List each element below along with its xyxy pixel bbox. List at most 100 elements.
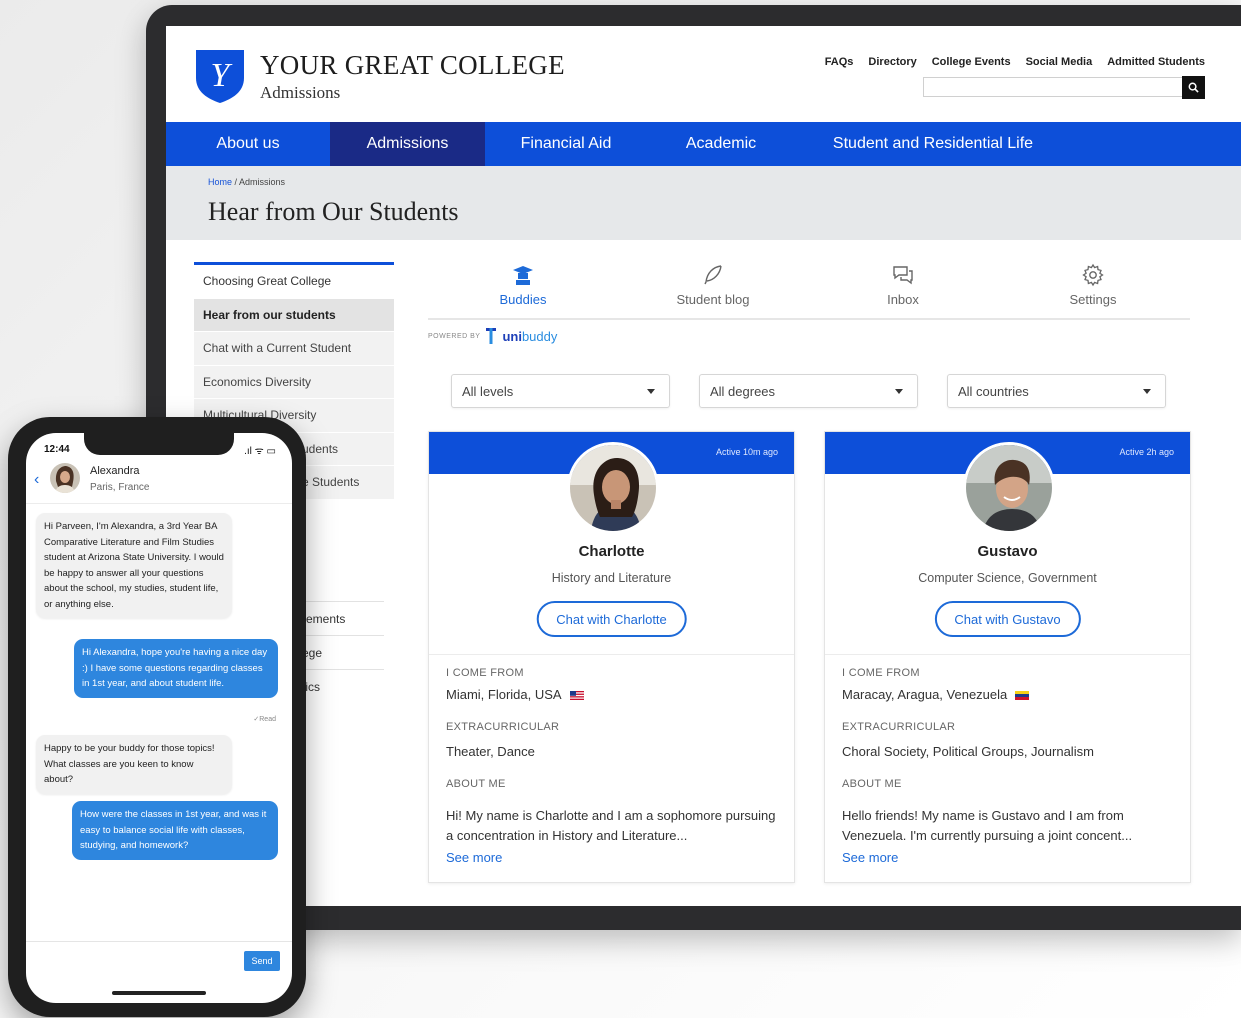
tab-student-blog-label: Student blog	[676, 292, 750, 307]
utility-link-college-events[interactable]: College Events	[932, 56, 1011, 68]
contact-location: Paris, France	[90, 482, 150, 493]
contact-name: Alexandra	[90, 465, 140, 477]
sidebar-item-economics-diversity[interactable]: Economics Diversity	[194, 365, 394, 399]
filter-bar: All levels All degrees All countries	[451, 374, 1166, 408]
about-text: Hello friends! My name is Gustavo and I …	[842, 808, 1133, 843]
active-status: Active 2h ago	[1119, 447, 1174, 457]
feather-icon	[704, 265, 722, 285]
us-flag-icon	[569, 691, 584, 701]
breadcrumb: Home / Admissions	[208, 177, 285, 187]
graduate-icon	[513, 266, 533, 285]
avatar-charlotte[interactable]	[567, 442, 659, 534]
avatar-gustavo[interactable]	[963, 442, 1055, 534]
tab-buddies-label: Buddies	[499, 292, 547, 307]
caret-down-icon	[1143, 388, 1151, 394]
nav-admissions[interactable]: Admissions	[330, 122, 485, 166]
filter-levels-select[interactable]: All levels	[451, 374, 670, 408]
utility-links: FAQs Directory College Events Social Med…	[825, 56, 1205, 68]
utility-link-faqs[interactable]: FAQs	[825, 56, 854, 68]
buddy-name: Gustavo	[977, 543, 1038, 560]
active-status: Active 10m ago	[715, 447, 778, 457]
nav-academic[interactable]: Academic	[647, 122, 795, 166]
utility-link-directory[interactable]: Directory	[868, 56, 916, 68]
filter-countries-select[interactable]: All countries	[947, 374, 1166, 408]
see-more-link[interactable]: See more	[842, 850, 898, 865]
unibuddy-logo-icon	[486, 328, 497, 344]
chat-message-outgoing: Hi Alexandra, hope you're having a nice …	[74, 639, 278, 698]
from-value: Maracay, Aragua, Venezuela	[842, 687, 1030, 702]
from-label: I COME FROM	[446, 667, 524, 679]
message-input-divider	[26, 941, 292, 942]
card-divider	[825, 654, 1190, 655]
sidebar-item-choosing[interactable]: Choosing Great College	[194, 265, 394, 299]
nav-financial-aid[interactable]: Financial Aid	[485, 122, 647, 166]
main-nav: About us Admissions Financial Aid Academ…	[166, 122, 1241, 166]
extracurricular-label: EXTRACURRICULAR	[446, 721, 560, 733]
breadcrumb-current: / Admissions	[234, 177, 286, 187]
gear-icon	[1082, 263, 1104, 287]
tab-student-blog[interactable]: Student blog	[618, 258, 808, 318]
tab-inbox-label: Inbox	[887, 292, 919, 307]
page-title: Hear from Our Students	[208, 197, 459, 226]
chat-bubbles-icon	[893, 266, 913, 285]
college-name[interactable]: YOUR GREAT COLLEGE	[260, 50, 565, 81]
tab-inbox[interactable]: Inbox	[808, 258, 998, 318]
buddy-tabs: Buddies Student blog Inbox Settings	[428, 258, 1190, 320]
breadcrumb-home[interactable]: Home	[208, 177, 232, 187]
chat-message-outgoing: How were the classes in 1st year, and wa…	[72, 801, 278, 860]
sidebar-item-chat-current-student[interactable]: Chat with a Current Student	[194, 332, 394, 366]
caret-down-icon	[647, 388, 655, 394]
unibuddy-brand-rest: buddy	[521, 328, 558, 344]
back-chevron-icon[interactable]: ‹	[34, 471, 39, 489]
phone-screen: 12:44 .ıl ᯤ ▭ ‹ Alexandra Paris, France …	[26, 433, 292, 1003]
contact-avatar[interactable]	[50, 463, 80, 493]
buddy-card-charlotte: Active 10m ago Charlotte History and Lit…	[428, 431, 795, 883]
chat-message-incoming: Happy to be your buddy for those topics!…	[36, 735, 232, 794]
page-hero: Home / Admissions Hear from Our Students	[166, 166, 1241, 240]
unibuddy-brand[interactable]: unibuddy	[502, 329, 557, 344]
powered-by-label: POWERED BY	[428, 332, 481, 340]
tablet-screen: Y YOUR GREAT COLLEGE Admissions FAQs Dir…	[166, 26, 1241, 906]
chat-with-gustavo-button[interactable]: Chat with Gustavo	[934, 601, 1081, 637]
chat-message-incoming: Hi Parveen, I'm Alexandra, a 3rd Year BA…	[36, 513, 232, 618]
tab-buddies[interactable]: Buddies	[428, 258, 618, 318]
see-more-link[interactable]: See more	[446, 850, 502, 865]
extracurricular-label: EXTRACURRICULAR	[842, 721, 956, 733]
filter-degrees-value: All degrees	[710, 383, 776, 399]
extracurricular-value: Theater, Dance	[446, 744, 535, 759]
tab-settings-label: Settings	[1069, 292, 1117, 307]
card-divider	[429, 654, 794, 655]
buddy-subject: Computer Science, Government	[918, 571, 1097, 585]
search-button[interactable]	[1182, 76, 1205, 99]
extracurricular-value: Choral Society, Political Groups, Journa…	[842, 744, 1094, 759]
search-input[interactable]	[923, 77, 1183, 97]
nav-about-us[interactable]: About us	[166, 122, 330, 166]
chat-with-charlotte-button[interactable]: Chat with Charlotte	[536, 601, 687, 637]
utility-link-social-media[interactable]: Social Media	[1026, 56, 1093, 68]
chat-header-divider	[26, 503, 292, 504]
phone-status-icons: .ıl ᯤ ▭	[244, 446, 276, 457]
search-icon	[1188, 82, 1199, 93]
site-header: Y YOUR GREAT COLLEGE Admissions FAQs Dir…	[166, 26, 1241, 122]
read-receipt: ✓Read	[253, 716, 276, 723]
about-label: ABOUT ME	[446, 778, 506, 790]
buddy-subject: History and Literature	[551, 571, 672, 585]
powered-by: POWERED BY unibuddy	[428, 328, 557, 344]
unibuddy-brand-bold: uni	[502, 328, 522, 344]
buddy-card-gustavo: Active 2h ago Gustavo Computer Science, …	[824, 431, 1191, 883]
nav-student-residential-life[interactable]: Student and Residential Life	[795, 122, 1071, 166]
from-location: Miami, Florida, USA	[446, 687, 562, 702]
about-text: Hi! My name is Charlotte and I am a soph…	[446, 808, 776, 843]
sidebar-item-hear-from-students[interactable]: Hear from our students	[194, 298, 394, 332]
tab-settings[interactable]: Settings	[998, 258, 1188, 318]
logo-letter: Y	[211, 57, 233, 94]
filter-levels-value: All levels	[462, 383, 514, 399]
phone-time: 12:44	[44, 444, 70, 455]
caret-down-icon	[895, 388, 903, 394]
venezuela-flag-icon	[1015, 691, 1030, 701]
utility-link-admitted-students[interactable]: Admitted Students	[1107, 56, 1205, 68]
college-subtitle: Admissions	[260, 83, 341, 102]
filter-degrees-select[interactable]: All degrees	[699, 374, 918, 408]
send-button[interactable]: Send	[244, 951, 280, 971]
college-shield-logo[interactable]: Y	[194, 48, 246, 104]
